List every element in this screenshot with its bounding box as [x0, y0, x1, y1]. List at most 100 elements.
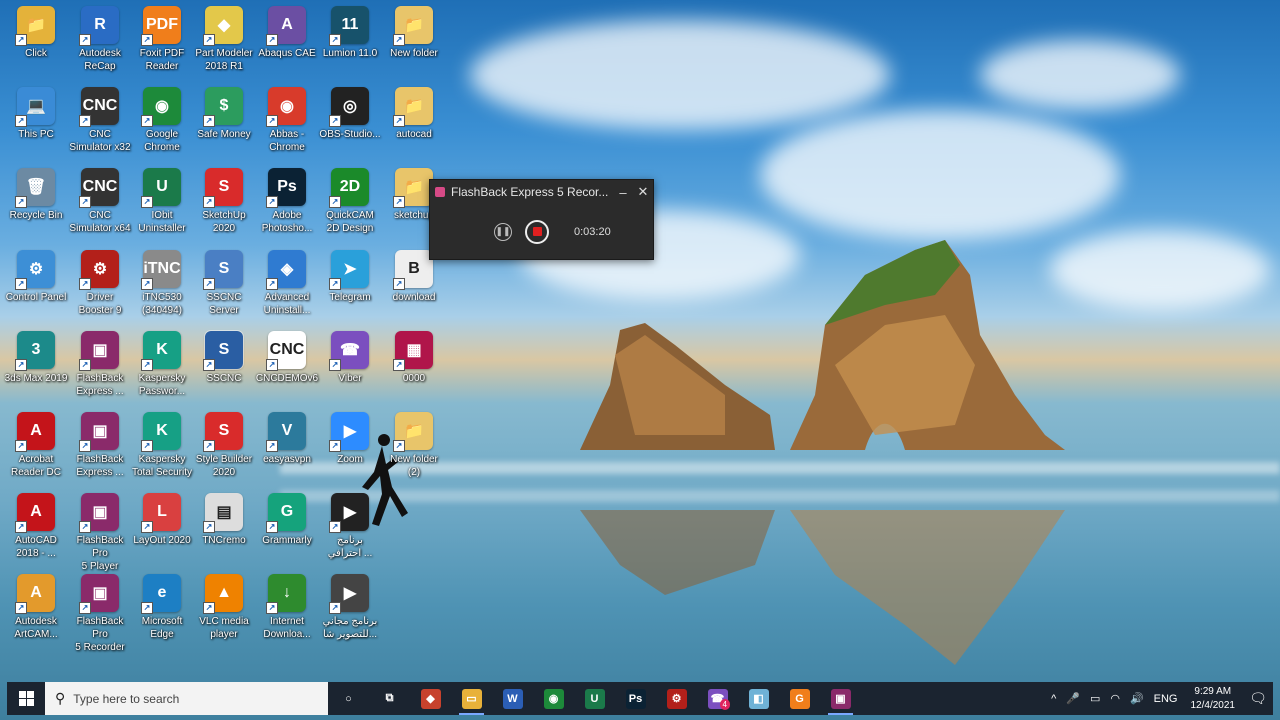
taskbar-app-button[interactable]: ○ [328, 682, 369, 715]
desktop-icon[interactable]: S ↗ SketchUp 2020 [192, 168, 256, 235]
desktop-icon[interactable]: 🗑 ↗ Recycle Bin [4, 168, 68, 222]
shortcut-arrow-icon: ↗ [15, 602, 27, 614]
tray-overflow-icon[interactable]: ^ [1046, 693, 1061, 705]
desktop-icon[interactable]: ☎ ↗ Viber [318, 331, 382, 385]
desktop-icon[interactable]: A ↗ Abaqus CAE [255, 6, 319, 60]
taskbar-app-button[interactable]: ⚙ [656, 682, 697, 715]
microphone-icon[interactable]: 🎤 [1061, 692, 1085, 705]
recorder-title-bar[interactable]: FlashBack Express 5 Recor... – ✕ [430, 180, 653, 204]
desktop-icon[interactable]: ▶ ↗ برنامج احترافي ... [318, 493, 382, 560]
desktop-icon[interactable]: CNC ↗ CNCDEMOv6 [255, 331, 319, 385]
desktop-icon[interactable]: e ↗ Microsoft Edge [130, 574, 194, 641]
taskbar-clock[interactable]: 9:29 AM 12/4/2021 [1183, 685, 1244, 713]
desktop-icon[interactable]: G ↗ Grammarly [255, 493, 319, 547]
foxit-icon: G [789, 688, 810, 709]
desktop-icon[interactable]: ▣ ↗ FlashBack Pro 5 Player [68, 493, 132, 573]
desktop-icon[interactable]: A ↗ Acrobat Reader DC [4, 412, 68, 479]
taskbar-app-button[interactable]: ◧ [738, 682, 779, 715]
desktop-icon[interactable]: ▦ ↗ 0000 [382, 331, 446, 385]
stop-icon [532, 227, 542, 236]
desktop-icon[interactable]: K ↗ Kaspersky Total Security [130, 412, 194, 479]
desktop-icon[interactable]: V ↗ easyasvpn [255, 412, 319, 466]
desktop-icon[interactable]: ▶ ↗ برنامج مجاني للتصوير شا... [318, 574, 382, 641]
taskbar-app-button[interactable]: ◆ [410, 682, 451, 715]
desktop-icon[interactable]: 📁 ↗ Click [4, 6, 68, 60]
desktop-icon[interactable]: A ↗ AutoCAD 2018 - ... [4, 493, 68, 560]
taskbar-app-button[interactable]: G [779, 682, 820, 715]
minimize-button[interactable]: – [613, 185, 633, 200]
taskbar-app-button[interactable]: ◉ [533, 682, 574, 715]
desktop-icon[interactable]: 📁 ↗ New folder [382, 6, 446, 60]
desktop-icon[interactable]: ▲ ↗ VLC media player [192, 574, 256, 641]
cortana-icon: ○ [345, 692, 352, 705]
desktop-icon[interactable]: ◉ ↗ Google Chrome [130, 87, 194, 154]
desktop-icon[interactable]: R ↗ Autodesk ReCap [68, 6, 132, 73]
notifications-icon[interactable]: 🗨 [1243, 690, 1273, 707]
desktop-icon-label: Advanced Uninstall... [263, 292, 311, 316]
desktop-icon[interactable]: ▣ ↗ FlashBack Express ... [68, 331, 132, 398]
shortcut-arrow-icon: ↗ [15, 34, 27, 46]
language-indicator[interactable]: ENG [1149, 693, 1183, 705]
desktop-icon[interactable]: ▣ ↗ FlashBack Pro 5 Recorder [68, 574, 132, 654]
close-button[interactable]: ✕ [633, 184, 653, 200]
taskbar-search-box[interactable]: ⚲ Type here to search [45, 682, 328, 715]
taskbar-app-button[interactable]: ☎ 4 [697, 682, 738, 715]
taskbar-app-button[interactable]: ▣ [820, 682, 861, 715]
start-button[interactable] [7, 682, 45, 715]
desktop-icon[interactable]: ▤ ↗ TNCremo [192, 493, 256, 547]
desktop-icon[interactable]: iTNC ↗ iTNC530 (340494) [130, 250, 194, 317]
desktop-icon[interactable]: ◉ ↗ Abbas - Chrome [255, 87, 319, 154]
desktop-icon[interactable]: S ↗ SSCNC Server [192, 250, 256, 317]
taskbar-app-button[interactable]: ⧉ [369, 682, 410, 715]
desktop-icon[interactable]: ◎ ↗ OBS-Studio... [318, 87, 382, 141]
shortcut-arrow-icon: ↗ [15, 196, 27, 208]
desktop-icon[interactable]: ◈ ↗ Advanced Uninstall... [255, 250, 319, 317]
flashback-recorder-window[interactable]: FlashBack Express 5 Recor... – ✕ ❚❚ 0:03… [429, 179, 654, 260]
desktop-icon[interactable]: 📁 ↗ New folder (2) [382, 412, 446, 479]
app-icon: $ ↗ [203, 87, 243, 127]
desktop: 📁 ↗ Click R ↗ Autodesk ReCap PDF ↗ Foxit PDF Rea… [0, 0, 1280, 720]
desktop-icon[interactable]: CNC ↗ CNC Simulator x32 [68, 87, 132, 154]
desktop-icon-label: Microsoft Edge [141, 616, 183, 640]
app-icon: PDF ↗ [141, 6, 181, 46]
desktop-icon[interactable]: 📁 ↗ autocad [382, 87, 446, 141]
desktop-icon[interactable]: A ↗ Autodesk ArtCAM... [4, 574, 68, 641]
taskbar-app-button[interactable]: ▭ [451, 682, 492, 715]
desktop-icon[interactable]: 2D ↗ QuickCAM 2D Design [318, 168, 382, 235]
battery-icon[interactable]: ▭ [1085, 692, 1105, 705]
desktop-icon[interactable]: ➤ ↗ Telegram [318, 250, 382, 304]
desktop-icon-label: This PC [18, 129, 54, 140]
taskbar-app-button[interactable]: Ps [615, 682, 656, 715]
desktop-icon[interactable]: ⚙ ↗ Driver Booster 9 [68, 250, 132, 317]
app-icon: 📁 ↗ [15, 6, 55, 46]
desktop-icon[interactable]: $ ↗ Safe Money [192, 87, 256, 141]
desktop-icon[interactable]: K ↗ Kaspersky Passwor... [130, 331, 194, 398]
desktop-icon[interactable]: Ps ↗ Adobe Photosho... [255, 168, 319, 235]
desktop-icon[interactable]: 11 ↗ Lumion 11.0 [318, 6, 382, 60]
desktop-icon[interactable]: L ↗ LayOut 2020 [130, 493, 194, 547]
desktop-icon[interactable]: 3 ↗ 3ds Max 2019 [4, 331, 68, 385]
taskbar-app-button[interactable]: W [492, 682, 533, 715]
desktop-icon[interactable]: ⚙ ↗ Control Panel [4, 250, 68, 304]
desktop-icon[interactable]: ↓ ↗ Internet Downloa... [255, 574, 319, 641]
desktop-icon[interactable]: ▣ ↗ FlashBack Express ... [68, 412, 132, 479]
pause-button[interactable]: ❚❚ [494, 222, 512, 241]
desktop-icon-label: Kaspersky Passwor... [138, 373, 186, 397]
desktop-icon[interactable]: 💻 ↗ This PC [4, 87, 68, 141]
desktop-icon[interactable]: ▶ ↗ Zoom [318, 412, 382, 466]
desktop-icon[interactable]: U ↗ IObit Uninstaller [130, 168, 194, 235]
desktop-icon[interactable]: S ↗ SSCNC [192, 330, 256, 385]
desktop-icon[interactable]: S ↗ Style Builder 2020 [192, 412, 256, 479]
network-icon[interactable]: ◠ [1105, 692, 1125, 705]
stop-button[interactable] [525, 219, 549, 244]
taskbar-app-button[interactable]: U [574, 682, 615, 715]
app-icon: ◎ ↗ [329, 87, 369, 127]
volume-icon[interactable]: 🔊 [1125, 692, 1149, 705]
desktop-icon[interactable]: ◆ ↗ Part Modeler 2018 R1 [192, 6, 256, 73]
desktop-icon[interactable]: CNC ↗ CNC Simulator x64 [68, 168, 132, 235]
desktop-icon-label: New folder [390, 48, 438, 59]
app-icon: iTNC ↗ [141, 250, 181, 290]
desktop-icon-label: Autodesk ArtCAM... [14, 616, 58, 640]
desktop-icon-label: download [392, 292, 436, 303]
desktop-icon[interactable]: PDF ↗ Foxit PDF Reader [130, 6, 194, 73]
